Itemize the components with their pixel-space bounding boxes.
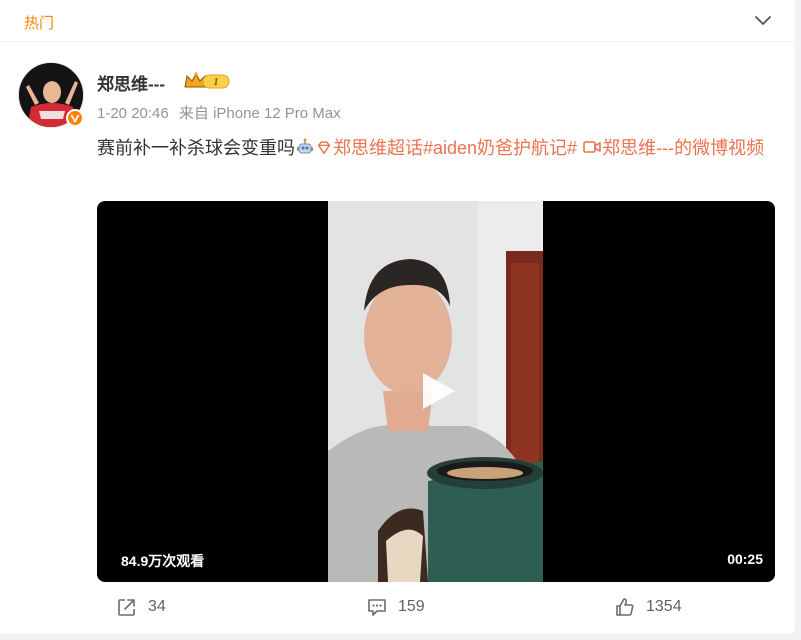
- repost-icon: [118, 599, 135, 616]
- video-view-count: 84.9万次观看: [121, 553, 205, 569]
- repost-button[interactable]: 34: [116, 594, 166, 620]
- hashtag-link[interactable]: #aiden奶爸护航记#: [423, 138, 577, 158]
- post-meta: 1-20 20:46 来自 iPhone 12 Pro Max: [97, 102, 347, 123]
- vip-crown-icon[interactable]: 1: [183, 71, 231, 91]
- weibo-post-card: 热门 郑思维--- 1 1-20 20:46 来自 iPhone 12 Pro …: [0, 0, 795, 634]
- video-player[interactable]: 84.9万次观看 00:25: [97, 201, 775, 582]
- post-actions: 34 159 1354: [0, 588, 795, 628]
- author-name[interactable]: 郑思维---: [97, 70, 165, 95]
- post-body: 赛前补一补杀球会变重吗 郑思维超话#aiden奶爸护航记# 郑思维---的微博视…: [97, 133, 787, 164]
- collapse-button[interactable]: [751, 10, 775, 32]
- hot-tab-label[interactable]: 热门: [24, 12, 54, 33]
- like-button[interactable]: 1354: [614, 594, 682, 620]
- verified-v-icon: [70, 114, 80, 123]
- post-text: 赛前补一补杀球会变重吗: [97, 138, 295, 158]
- verified-badge: [66, 109, 84, 127]
- comment-count: 159: [398, 598, 425, 615]
- repost-count: 34: [148, 598, 166, 615]
- video-camera-icon: [583, 141, 601, 153]
- play-icon[interactable]: [415, 369, 459, 413]
- thumbs-up-icon: [616, 598, 634, 616]
- post-timestamp[interactable]: 1-20 20:46: [97, 105, 169, 122]
- video-link[interactable]: 郑思维---的微博视频: [602, 138, 764, 158]
- diamond-icon: [317, 141, 331, 155]
- robot-emoji-icon: [297, 138, 313, 154]
- like-count: 1354: [646, 598, 682, 615]
- post-source: 来自 iPhone 12 Pro Max: [178, 105, 341, 122]
- chevron-down-icon: [755, 16, 771, 25]
- vip-level-text: 1: [213, 76, 219, 88]
- comment-button[interactable]: 159: [366, 594, 425, 620]
- feed-header: 热门: [0, 0, 795, 42]
- video-duration: 00:25: [727, 551, 763, 567]
- supertopic-link[interactable]: 郑思维超话: [333, 138, 423, 158]
- comment-icon: [368, 599, 386, 616]
